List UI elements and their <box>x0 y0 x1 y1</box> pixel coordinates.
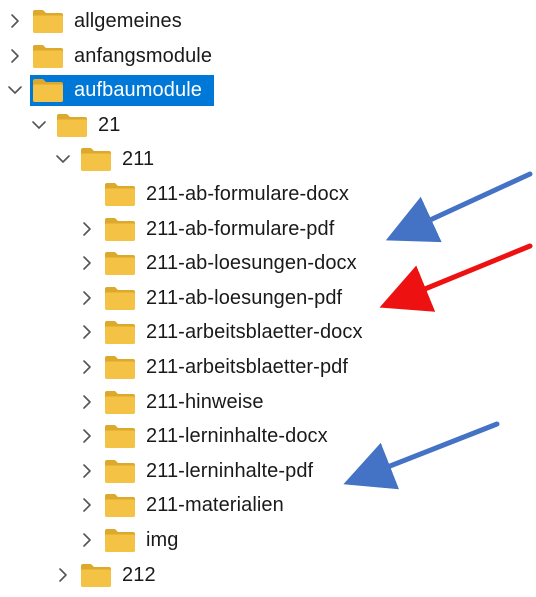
tree-item-img[interactable]: img <box>0 523 536 558</box>
chevron-right-icon[interactable] <box>78 531 96 549</box>
folder-icon <box>104 527 136 553</box>
tree-item-aufbaumodule[interactable]: aufbaumodule <box>0 73 536 108</box>
tree-item-21[interactable]: 21 <box>0 108 536 143</box>
tree-item-211-hinweise[interactable]: 211-hinweise <box>0 385 536 420</box>
chevron-down-icon[interactable] <box>6 81 24 99</box>
tree-item-anfangsmodule[interactable]: anfangsmodule <box>0 39 536 74</box>
chevron-down-icon[interactable] <box>54 150 72 168</box>
tree-item-label: 21 <box>98 113 121 136</box>
chevron-right-icon[interactable] <box>78 254 96 272</box>
tree-item-211-lerninhalte-docx[interactable]: 211-lerninhalte-docx <box>0 419 536 454</box>
folder-icon <box>104 389 136 415</box>
tree-item-allgemeines[interactable]: allgemeines <box>0 4 536 39</box>
chevron-right-icon[interactable] <box>6 47 24 65</box>
chevron-right-icon[interactable] <box>78 323 96 341</box>
tree-item-label: 211-lerninhalte-pdf <box>146 459 314 482</box>
folder-icon <box>104 216 136 242</box>
chevron-right-icon[interactable] <box>78 496 96 514</box>
folder-icon <box>80 146 112 172</box>
chevron-right-icon[interactable] <box>78 393 96 411</box>
folder-icon <box>104 354 136 380</box>
folder-icon <box>56 112 88 138</box>
tree-item-label: 211-ab-loesungen-docx <box>146 252 357 275</box>
tree-item-label: 211-hinweise <box>146 390 264 413</box>
folder-icon <box>32 43 64 69</box>
folder-icon <box>80 562 112 588</box>
chevron-right-icon[interactable] <box>78 358 96 376</box>
folder-icon <box>104 492 136 518</box>
folder-icon <box>32 8 64 34</box>
chevron-right-icon[interactable] <box>6 12 24 30</box>
tree-item-211-lerninhalte-pdf[interactable]: 211-lerninhalte-pdf <box>0 454 536 489</box>
tree-item-211-arbeitsblaetter-pdf[interactable]: 211-arbeitsblaetter-pdf <box>0 350 536 385</box>
tree-item-label: aufbaumodule <box>74 79 202 102</box>
tree-item-label: img <box>146 529 179 551</box>
chevron-right-icon[interactable] <box>78 462 96 480</box>
tree-item-211-ab-loesungen-docx[interactable]: 211-ab-loesungen-docx <box>0 246 536 281</box>
chevron-right-icon[interactable] <box>78 220 96 238</box>
tree-item-label: 211-ab-formulare-docx <box>146 183 349 205</box>
folder-tree: allgemeines anfangsmodule aufbaumodule 21 21… <box>0 0 536 597</box>
chevron-right-icon[interactable] <box>78 427 96 445</box>
tree-item-label: 211-ab-loesungen-pdf <box>146 286 343 309</box>
tree-item-211[interactable]: 211 <box>0 142 536 177</box>
tree-item-211-arbeitsblaetter-docx[interactable]: 211-arbeitsblaetter-docx <box>0 315 536 350</box>
folder-icon <box>104 285 136 311</box>
tree-item-211-ab-formulare-pdf[interactable]: 211-ab-formulare-pdf <box>0 212 536 247</box>
chevron-down-icon[interactable] <box>30 116 48 134</box>
tree-item-label: 211-materialien <box>146 494 284 517</box>
tree-item-label: allgemeines <box>74 10 182 32</box>
tree-item-label: 212 <box>122 563 156 586</box>
tree-item-212[interactable]: 212 <box>0 558 536 593</box>
tree-item-211-ab-formulare-docx[interactable]: 211-ab-formulare-docx <box>0 177 536 212</box>
tree-item-label: 211-lerninhalte-docx <box>146 425 328 448</box>
folder-icon <box>104 319 136 345</box>
folder-icon <box>104 458 136 484</box>
folder-icon <box>104 250 136 276</box>
chevron-right-icon[interactable] <box>54 566 72 584</box>
folder-icon <box>104 181 136 207</box>
folder-icon <box>104 423 136 449</box>
chevron-right-icon[interactable] <box>78 289 96 307</box>
tree-item-label: 211-ab-formulare-pdf <box>146 217 335 240</box>
tree-item-label: anfangsmodule <box>74 44 213 67</box>
tree-item-211-materialien[interactable]: 211-materialien <box>0 488 536 523</box>
tree-item-label: 211-arbeitsblaetter-docx <box>146 321 363 344</box>
tree-item-211-ab-loesungen-pdf[interactable]: 211-ab-loesungen-pdf <box>0 281 536 316</box>
tree-item-label: 211 <box>122 148 155 171</box>
tree-item-label: 211-arbeitsblaetter-pdf <box>146 356 349 378</box>
folder-icon <box>32 77 64 103</box>
